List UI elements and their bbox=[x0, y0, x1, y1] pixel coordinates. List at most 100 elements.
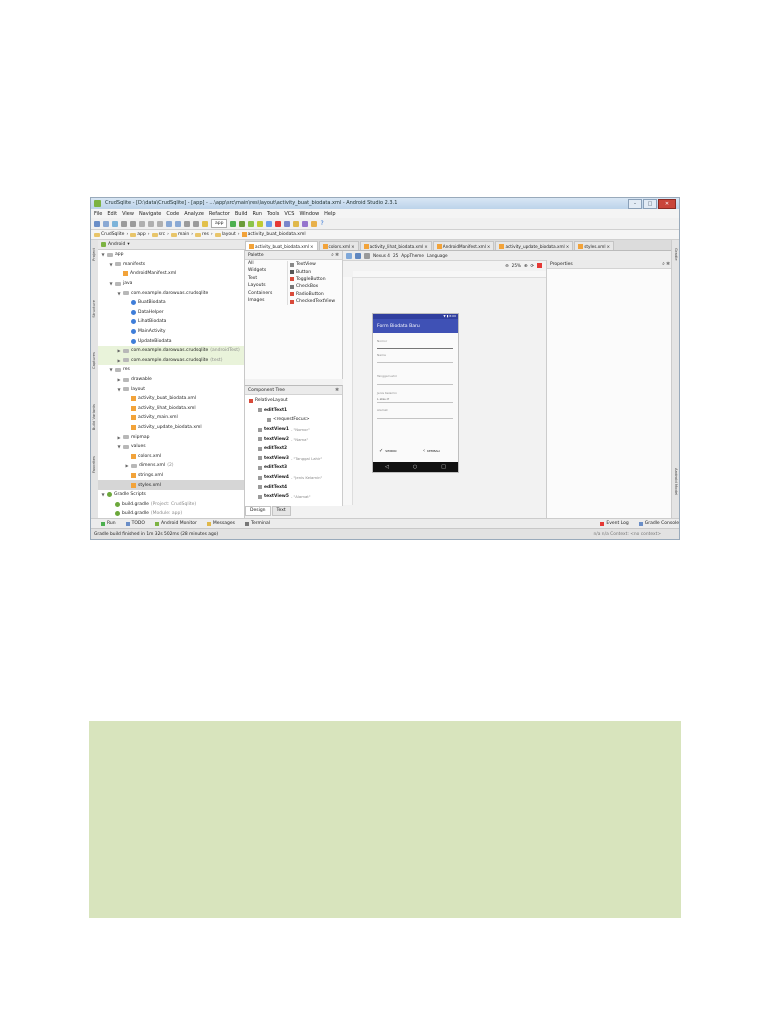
menu-view[interactable]: View bbox=[122, 211, 134, 217]
back-icon[interactable] bbox=[184, 220, 190, 227]
expand-toggle-icon[interactable]: ▶ bbox=[117, 435, 121, 440]
input-tanggal-lahir[interactable] bbox=[377, 384, 453, 385]
nav-recents-icon[interactable]: □ bbox=[441, 464, 446, 470]
editor-tab[interactable]: styles.xml × bbox=[574, 241, 614, 250]
palette-item[interactable]: RadioButton bbox=[288, 291, 343, 298]
tree-item[interactable]: ▼ layout bbox=[98, 384, 244, 394]
tree-item[interactable]: activity_buat_biodata.xml bbox=[98, 394, 244, 404]
back-button[interactable]: ‹ KEMBALI bbox=[423, 448, 440, 454]
tree-item[interactable]: activity_update_biodata.xml bbox=[98, 423, 244, 433]
close-tab-icon[interactable]: × bbox=[566, 244, 570, 249]
copy-icon[interactable] bbox=[148, 220, 154, 227]
menu-vcs[interactable]: VCS bbox=[284, 211, 294, 217]
minimize-button[interactable]: – bbox=[628, 199, 642, 209]
editor-tab[interactable]: AndroidManifest.xml × bbox=[432, 241, 495, 250]
open-icon[interactable] bbox=[94, 220, 100, 227]
tree-item[interactable]: UpdateBiodata bbox=[98, 336, 244, 346]
tool-event-log[interactable]: Event Log bbox=[600, 521, 629, 526]
menu-run[interactable]: Run bbox=[252, 211, 262, 217]
device-select[interactable]: Nexus 4 bbox=[373, 253, 390, 258]
menu-code[interactable]: Code bbox=[166, 211, 179, 217]
palette-item[interactable]: CheckBox bbox=[288, 283, 343, 290]
input-jenis-kelamin[interactable]: L atau P bbox=[377, 397, 389, 401]
tool-window-build-variants[interactable]: Build Variants bbox=[91, 404, 98, 430]
api-select[interactable]: 25 bbox=[393, 253, 398, 258]
breadcrumb-item[interactable]: activity_buat_biodata.xml bbox=[241, 232, 306, 237]
expand-toggle-icon[interactable]: ▼ bbox=[109, 262, 113, 267]
input-nama[interactable] bbox=[377, 362, 453, 363]
tool-window-project[interactable]: Project bbox=[91, 248, 98, 261]
tool-window-gradle[interactable]: Gradle bbox=[673, 248, 679, 261]
expand-toggle-icon[interactable]: ▶ bbox=[117, 358, 121, 363]
expand-toggle-icon[interactable]: ▶ bbox=[125, 463, 129, 468]
run-config-select[interactable]: app bbox=[211, 219, 228, 228]
attach-debugger-icon[interactable] bbox=[248, 220, 255, 227]
search-icon[interactable]: ⌕ ✲ bbox=[331, 252, 339, 258]
tool-todo[interactable]: TODO bbox=[125, 521, 145, 526]
expand-toggle-icon[interactable]: ▶ bbox=[117, 377, 121, 382]
tree-item[interactable]: ▶ com.example.darowuas.crudsqlite (test) bbox=[98, 355, 244, 366]
warnings-icon[interactable] bbox=[537, 263, 542, 268]
breadcrumb-item[interactable]: main bbox=[170, 232, 189, 237]
input-nomor[interactable] bbox=[377, 348, 453, 349]
help-icon[interactable]: ? bbox=[320, 220, 323, 227]
zoom-in-icon[interactable]: ⊕ bbox=[524, 263, 528, 268]
tab-text[interactable]: Text bbox=[271, 506, 291, 516]
undo-icon[interactable] bbox=[121, 220, 127, 227]
tree-item[interactable]: ▼ app bbox=[98, 250, 244, 260]
tree-item[interactable]: activity_main.xml bbox=[98, 413, 244, 423]
component-tree-item[interactable]: editText4 bbox=[245, 482, 342, 492]
tree-item[interactable]: build.gradle (Project: CrudSqlite) bbox=[98, 499, 244, 509]
tree-item[interactable]: ▼ java bbox=[98, 279, 244, 289]
menu-edit[interactable]: Edit bbox=[107, 211, 117, 217]
tree-item[interactable]: activity_lihat_biodata.xml bbox=[98, 404, 244, 414]
tree-item[interactable]: MainActivity bbox=[98, 327, 244, 337]
input-alamat[interactable] bbox=[377, 418, 453, 419]
tree-item[interactable]: BuatBiodata bbox=[98, 298, 244, 308]
stop-icon[interactable] bbox=[275, 220, 282, 227]
palette-category[interactable]: Containers bbox=[245, 291, 287, 298]
nav-back-icon[interactable]: ◁ bbox=[385, 464, 389, 470]
save-button[interactable]: ✓ SIMPAN bbox=[379, 448, 397, 454]
expand-toggle-icon[interactable]: ▶ bbox=[117, 348, 121, 353]
tree-item[interactable]: styles.xml bbox=[98, 480, 244, 490]
gradle-sync-icon[interactable] bbox=[266, 220, 273, 227]
tool-window-android-model[interactable]: Android Model bbox=[673, 468, 679, 495]
tool-window-captures[interactable]: Captures bbox=[91, 352, 98, 369]
android-device-icon[interactable] bbox=[311, 220, 318, 227]
run-icon[interactable] bbox=[230, 220, 237, 227]
replace-icon[interactable] bbox=[175, 220, 181, 227]
close-tab-icon[interactable]: × bbox=[606, 244, 610, 249]
tree-item[interactable]: ▶ com.example.darowuas.crudsqlite (android… bbox=[98, 345, 244, 356]
tab-design[interactable]: Design bbox=[245, 506, 271, 516]
debug-icon[interactable] bbox=[239, 220, 246, 227]
language-select[interactable]: Language bbox=[427, 253, 448, 258]
component-tree-item[interactable]: textView2- "Nama" bbox=[245, 434, 342, 444]
zoom-out-icon[interactable]: ⊖ bbox=[505, 263, 509, 268]
avd-manager-icon[interactable] bbox=[284, 220, 291, 227]
component-tree-item[interactable]: textView5- "Alamat" bbox=[245, 492, 342, 502]
menu-analyze[interactable]: Analyze bbox=[184, 211, 204, 217]
cut-icon[interactable] bbox=[139, 220, 145, 227]
theme-select[interactable]: AppTheme bbox=[401, 253, 424, 258]
close-tab-icon[interactable]: × bbox=[424, 244, 428, 249]
breadcrumb-item[interactable]: src bbox=[151, 232, 165, 237]
breadcrumb-item[interactable]: CrudSqlite bbox=[94, 232, 124, 237]
project-structure-icon[interactable] bbox=[302, 220, 309, 227]
palette-item[interactable]: CheckedTextView bbox=[288, 298, 343, 305]
component-tree-item[interactable]: editText1 bbox=[245, 406, 342, 416]
tool-terminal[interactable]: Terminal bbox=[244, 521, 270, 526]
menu-help[interactable]: Help bbox=[324, 211, 335, 217]
expand-toggle-icon[interactable]: ▼ bbox=[117, 291, 121, 296]
device-preview[interactable]: ▼ ▮ 8:00 Form Biodata Baru Nomor Nama Ta… bbox=[372, 313, 459, 473]
palette-item[interactable]: ToggleButton bbox=[288, 276, 343, 283]
editor-tab[interactable]: colors.xml × bbox=[318, 241, 359, 250]
breadcrumb-item[interactable]: layout bbox=[214, 232, 236, 237]
palette-item[interactable]: Button bbox=[288, 268, 343, 275]
palette-item[interactable]: TextView bbox=[288, 261, 343, 268]
component-tree-item[interactable]: editText2 bbox=[245, 444, 342, 454]
component-tree-item[interactable]: editText3 bbox=[245, 463, 342, 473]
paste-icon[interactable] bbox=[157, 220, 163, 227]
tree-item[interactable]: DataHelper bbox=[98, 308, 244, 318]
design-mode-icon[interactable] bbox=[346, 252, 352, 259]
